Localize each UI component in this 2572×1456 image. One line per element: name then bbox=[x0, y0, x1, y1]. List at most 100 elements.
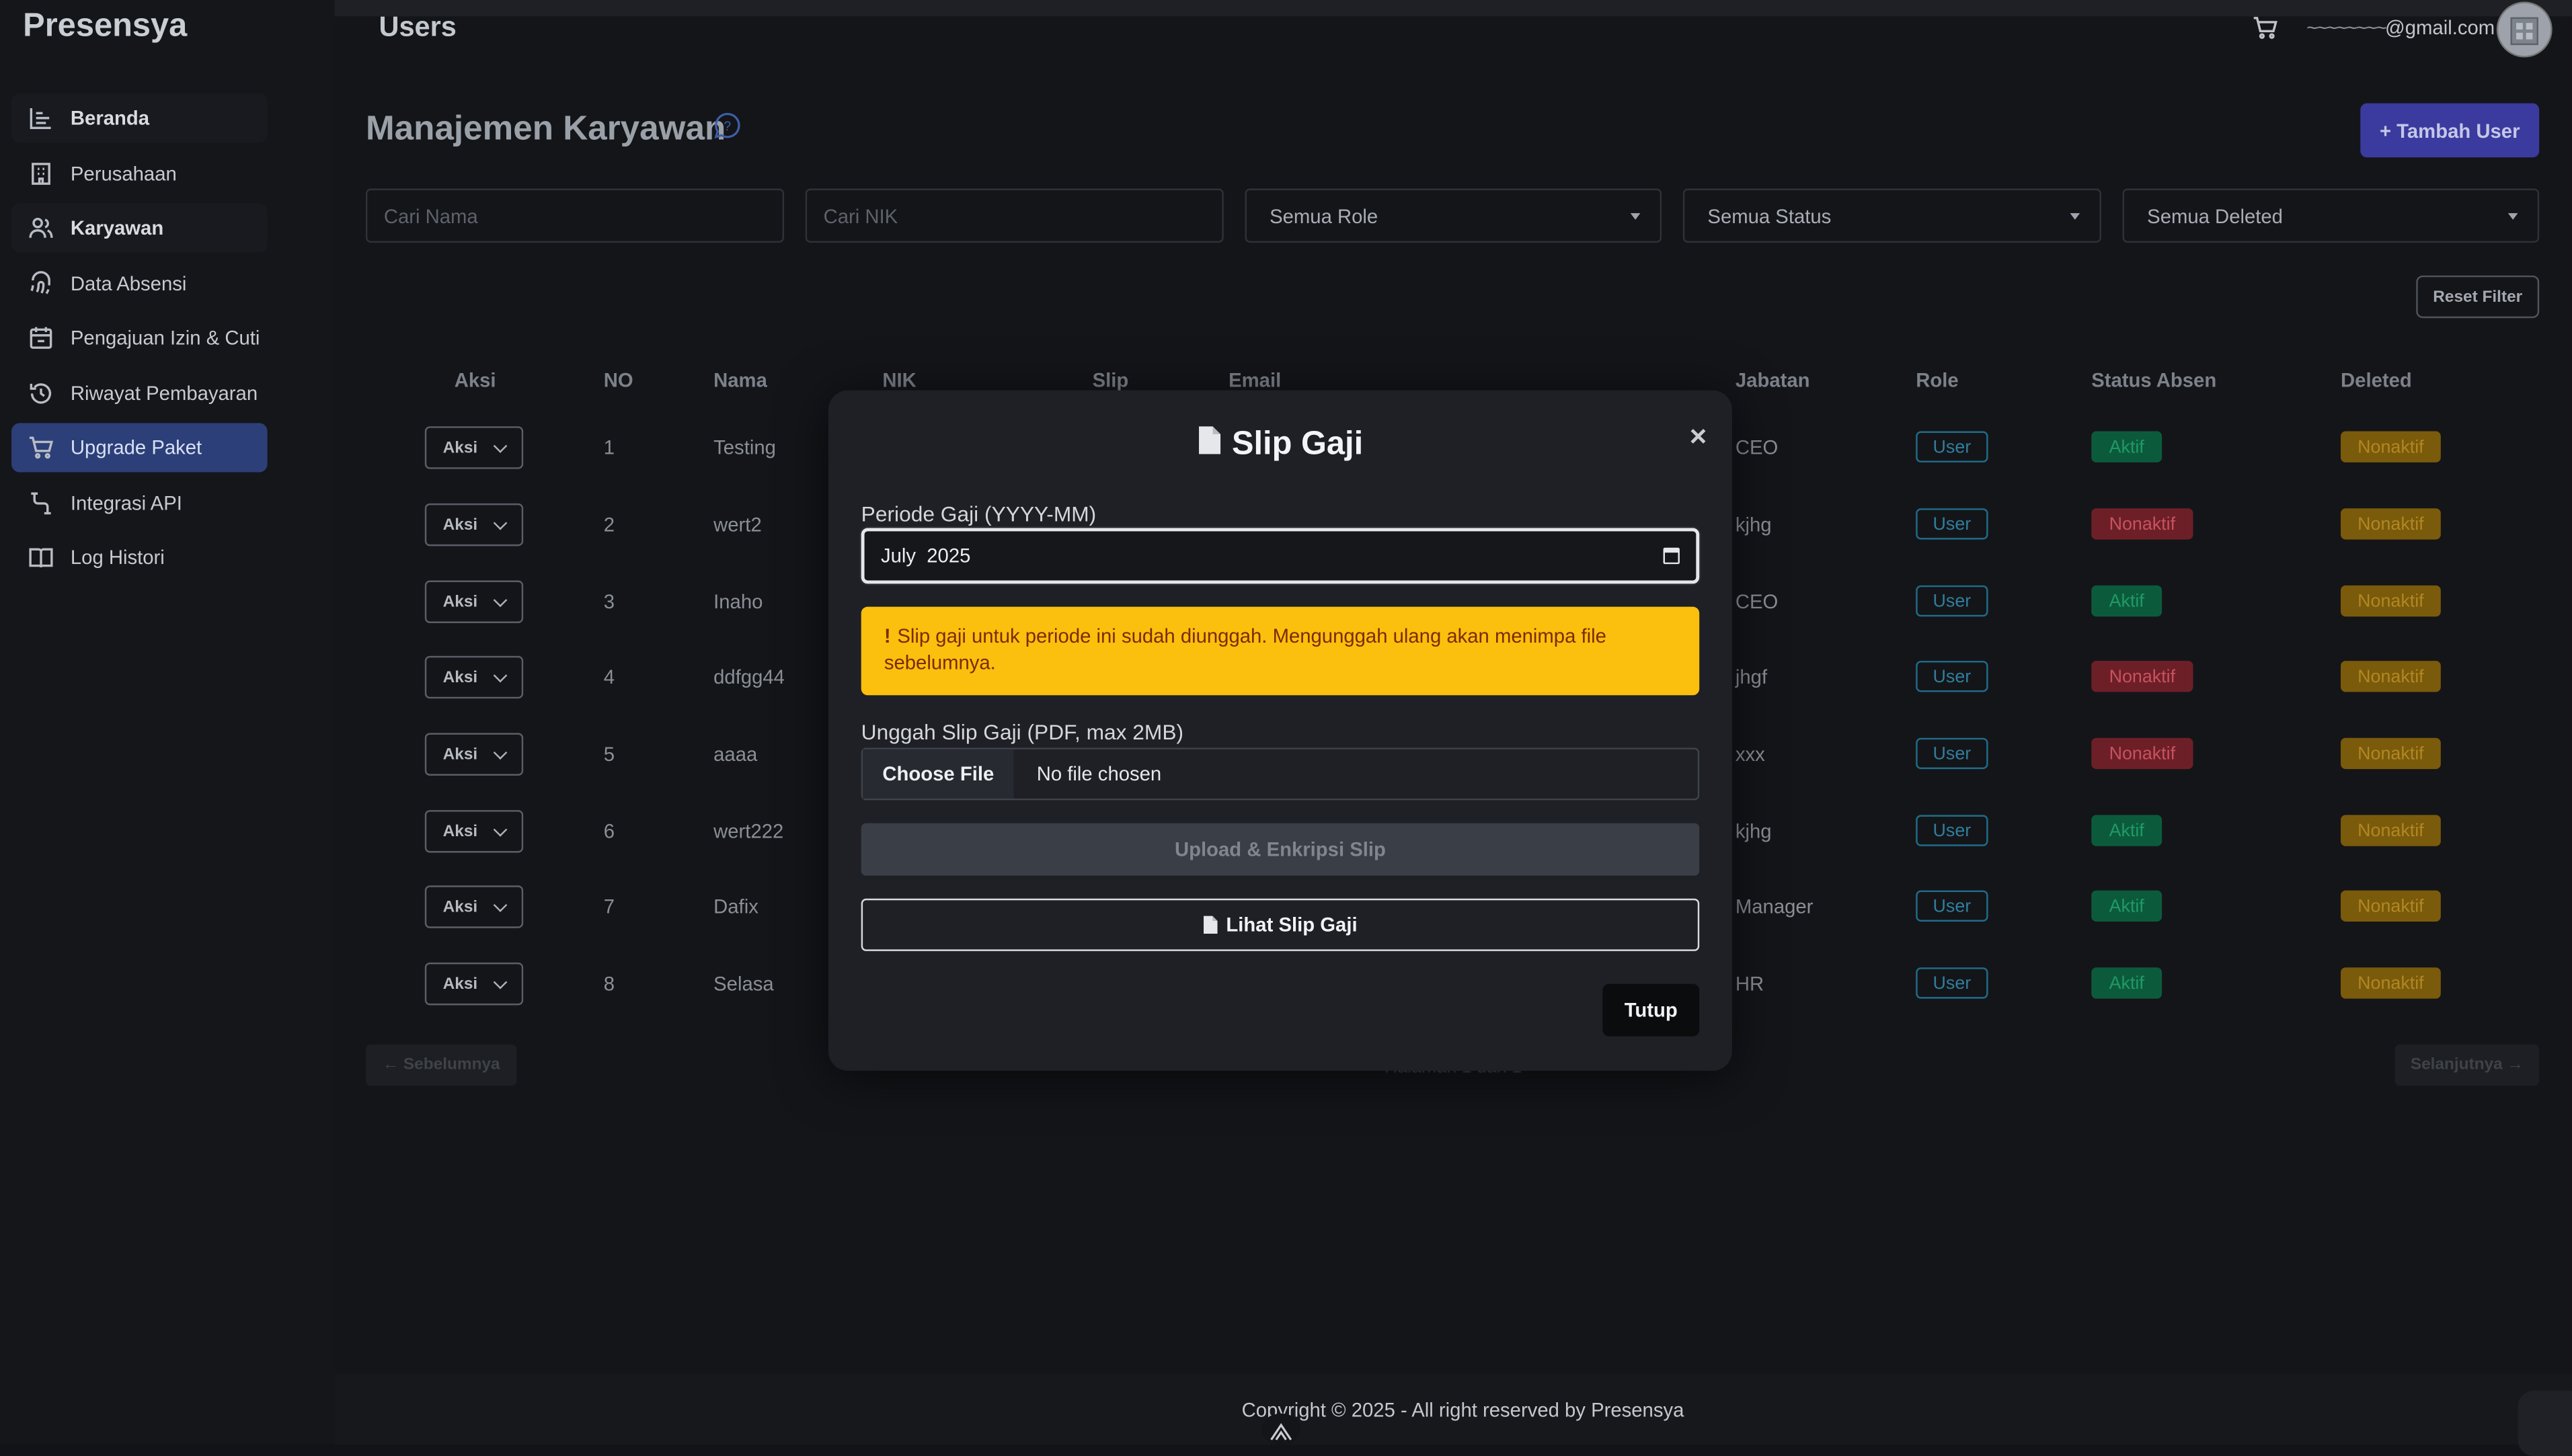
add-user-button[interactable]: + Tambah User bbox=[2360, 103, 2540, 158]
role-badge: User bbox=[1916, 737, 1988, 770]
sidebar-item-data-absensi[interactable]: Data Absensi bbox=[11, 258, 268, 307]
action-label: Aksi bbox=[442, 745, 478, 764]
users-icon bbox=[28, 215, 54, 241]
cell-no: 7 bbox=[603, 895, 615, 919]
sidebar-item-label: Upgrade Paket bbox=[70, 436, 202, 460]
cell-jabatan: CEO bbox=[1735, 590, 1779, 614]
th-deleted: Deleted bbox=[2341, 368, 2412, 393]
modal-title: Slip Gaji bbox=[828, 425, 1732, 464]
status-badge: Aktif bbox=[2091, 585, 2162, 617]
modal-title-text: Slip Gaji bbox=[1231, 426, 1364, 462]
file-name-text: No file chosen bbox=[1036, 762, 1162, 786]
deleted-badge: Nonaktif bbox=[2341, 967, 2441, 999]
sidebar-nav: Beranda Perusahaan Karyawan Data Absensi… bbox=[11, 93, 268, 588]
choose-file-button[interactable]: Choose File bbox=[863, 749, 1014, 799]
view-slip-button[interactable]: Lihat Slip Gaji bbox=[861, 898, 1700, 951]
cell-jabatan: kjhg bbox=[1735, 819, 1772, 843]
th-role: Role bbox=[1916, 368, 1959, 393]
reset-filter-button[interactable]: Reset Filter bbox=[2416, 275, 2540, 319]
th-nama: Nama bbox=[713, 368, 767, 393]
svg-text:?: ? bbox=[724, 119, 731, 134]
row-action-dropdown[interactable]: Aksi bbox=[424, 426, 524, 469]
cell-nama: Dafix bbox=[713, 895, 758, 919]
close-modal-button[interactable]: Tutup bbox=[1602, 983, 1700, 1037]
th-status-absen: Status Absen bbox=[2091, 368, 2217, 393]
th-no: NO bbox=[603, 368, 633, 393]
help-icon[interactable]: ? bbox=[713, 112, 741, 139]
action-label: Aksi bbox=[442, 516, 478, 534]
status-select[interactable]: Semua Status bbox=[1682, 188, 2101, 243]
action-label: Aksi bbox=[442, 668, 478, 686]
role-select[interactable]: Semua Role bbox=[1245, 188, 1662, 243]
cell-nama: wert222 bbox=[713, 819, 784, 843]
warning-icon: ! bbox=[884, 624, 891, 648]
status-badge: Nonaktif bbox=[2091, 737, 2193, 770]
warning-text: Slip gaji untuk periode ini sudah diungg… bbox=[884, 624, 1606, 674]
next-page-button[interactable]: Selanjutnya → bbox=[2394, 1044, 2540, 1086]
cell-nama: Selasa bbox=[713, 972, 774, 996]
calendar-icon bbox=[28, 325, 54, 351]
sidebar-item-label: Riwayat Pembayaran bbox=[70, 381, 258, 405]
sidebar-item-label: Pengajuan Izin & Cuti bbox=[70, 326, 260, 350]
brand-logo[interactable]: Presensya bbox=[23, 8, 187, 46]
cell-no: 6 bbox=[603, 819, 615, 843]
period-month-input[interactable]: July 2025 bbox=[861, 528, 1700, 584]
search-nik-input[interactable]: Cari NIK bbox=[805, 188, 1224, 243]
chevron-down-icon bbox=[493, 516, 508, 530]
cell-nama: Testing bbox=[713, 436, 776, 460]
deleted-badge: Nonaktif bbox=[2341, 890, 2441, 922]
user-email[interactable]: ~~~~~~~~@gmail.com bbox=[2306, 16, 2495, 39]
sidebar-item-upgrade-paket[interactable]: Upgrade Paket bbox=[11, 423, 268, 473]
deleted-badge: Nonaktif bbox=[2341, 585, 2441, 617]
action-label: Aksi bbox=[442, 897, 478, 916]
chat-widget-button[interactable] bbox=[2518, 1390, 2572, 1456]
cell-jabatan: Manager bbox=[1735, 895, 1814, 919]
status-select-value: Semua Status bbox=[1707, 204, 1832, 227]
sidebar-item-riwayat-pembayaran[interactable]: Riwayat Pembayaran bbox=[11, 368, 268, 417]
cell-nama: wert2 bbox=[713, 513, 762, 536]
prev-page-button[interactable]: ← Sebelumnya bbox=[365, 1044, 517, 1086]
cell-no: 2 bbox=[603, 513, 615, 536]
th-slip: Slip bbox=[1092, 368, 1129, 393]
chevron-down-icon bbox=[493, 822, 508, 837]
calendar-picker-icon[interactable] bbox=[1663, 547, 1680, 565]
deleted-select[interactable]: Semua Deleted bbox=[2122, 188, 2540, 243]
th-nik: NIK bbox=[882, 368, 917, 393]
cell-no: 4 bbox=[603, 665, 615, 689]
app-root: Presensya Beranda Perusahaan Karyawan Da… bbox=[0, 0, 2572, 1456]
deleted-badge: Nonaktif bbox=[2341, 431, 2441, 462]
file-input[interactable]: Choose File No file chosen bbox=[861, 747, 1700, 801]
row-action-dropdown[interactable]: Aksi bbox=[424, 733, 524, 776]
cell-nama: ddfgg44 bbox=[713, 665, 785, 689]
sidebar-item-beranda[interactable]: Beranda bbox=[11, 93, 268, 143]
chevron-down-icon bbox=[493, 668, 508, 683]
cell-nama: aaaa bbox=[713, 743, 758, 766]
action-label: Aksi bbox=[442, 975, 478, 994]
avatar[interactable] bbox=[2496, 1, 2552, 58]
cart-icon[interactable] bbox=[2252, 15, 2278, 41]
status-badge: Aktif bbox=[2091, 815, 2162, 846]
sidebar-item-perusahaan[interactable]: Perusahaan bbox=[11, 149, 268, 198]
cell-jabatan: xxx bbox=[1735, 743, 1765, 766]
row-action-dropdown[interactable]: Aksi bbox=[424, 503, 524, 547]
row-action-dropdown[interactable]: Aksi bbox=[424, 580, 524, 623]
user-email-text: @gmail.com bbox=[2385, 16, 2495, 40]
row-action-dropdown[interactable]: Aksi bbox=[424, 962, 524, 1006]
action-label: Aksi bbox=[442, 822, 478, 841]
book-icon bbox=[28, 544, 54, 571]
row-action-dropdown[interactable]: Aksi bbox=[424, 655, 524, 699]
chevron-down-icon bbox=[493, 593, 508, 608]
modal-close-icon[interactable]: × bbox=[1690, 419, 1707, 454]
row-action-dropdown[interactable]: Aksi bbox=[424, 885, 524, 928]
row-action-dropdown[interactable]: Aksi bbox=[424, 810, 524, 853]
role-badge: User bbox=[1916, 661, 1988, 692]
deleted-badge: Nonaktif bbox=[2341, 737, 2441, 770]
sidebar-item-log-histori[interactable]: Log Histori bbox=[11, 533, 268, 582]
sidebar-item-karyawan[interactable]: Karyawan bbox=[11, 203, 268, 253]
sidebar-item-integrasi-api[interactable]: Integrasi API bbox=[11, 478, 268, 527]
th-email: Email bbox=[1229, 368, 1282, 393]
search-name-input[interactable]: Cari Nama bbox=[365, 188, 785, 243]
sidebar-item-pengajuan-izin-cuti[interactable]: Pengajuan Izin & Cuti bbox=[11, 313, 268, 362]
cell-jabatan: CEO bbox=[1735, 436, 1779, 460]
upload-encrypt-button[interactable]: Upload & Enkripsi Slip bbox=[861, 823, 1700, 876]
